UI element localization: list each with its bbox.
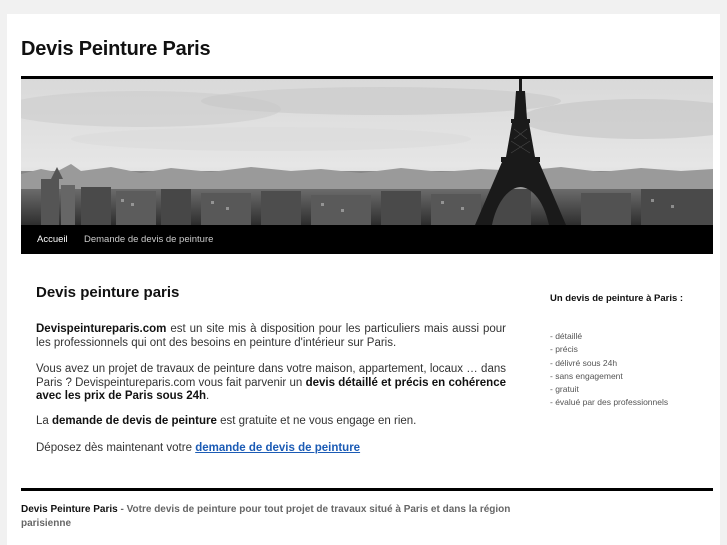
intro-paragraph: Devispeintureparis.com est un site mis à… [36,323,506,350]
sidebar-item: - sans engagement [550,370,623,381]
free-paragraph: La demande de devis de peinture est grat… [36,415,506,429]
footer-divider [21,488,713,491]
sidebar-item: - détaillé [550,331,583,341]
free-text-end: est gratuite et ne vous engage en rien. [216,415,417,427]
page-container: Devis Peinture Paris Accueil Demande de … [7,14,720,545]
project-text-end: . [206,390,210,402]
paris-skyline-illustration [21,79,713,225]
main-navigation: Accueil Demande de devis de peinture [21,225,713,254]
site-name-strong: Devispeintureparis.com [36,323,167,335]
sidebar-item: - évalué par des professionnels [550,397,669,408]
free-text-start: La [36,415,52,427]
footer: Devis Peinture Paris - Votre devis de pe… [21,503,511,531]
sidebar-list: - détaillé - précis - délivré sous 24h -… [550,330,668,410]
project-paragraph: Vous avez un projet de travaux de peintu… [36,363,506,404]
demande-strong: demande de devis de peinture [52,415,217,427]
cta-text: Déposez dès maintenant votre [36,442,196,454]
cta-paragraph: Déposez dès maintenant votre demande de … [36,442,506,456]
sidebar-item: - délivré sous 24h [550,357,618,368]
page-title: Devis peinture paris [36,284,180,301]
nav-item-accueil[interactable]: Accueil [37,225,68,254]
footer-site-name[interactable]: Devis Peinture Paris [21,504,118,515]
sidebar-title: Un devis de peinture à Paris : [550,293,684,304]
site-title[interactable]: Devis Peinture Paris [21,38,211,61]
sidebar-item: - précis [550,344,578,355]
header-banner-image [21,79,713,225]
nav-item-demande-devis[interactable]: Demande de devis de peinture [84,225,213,254]
sidebar-item: - gratuit [550,384,579,395]
demande-devis-link[interactable]: demande de devis de peinture [195,442,360,454]
